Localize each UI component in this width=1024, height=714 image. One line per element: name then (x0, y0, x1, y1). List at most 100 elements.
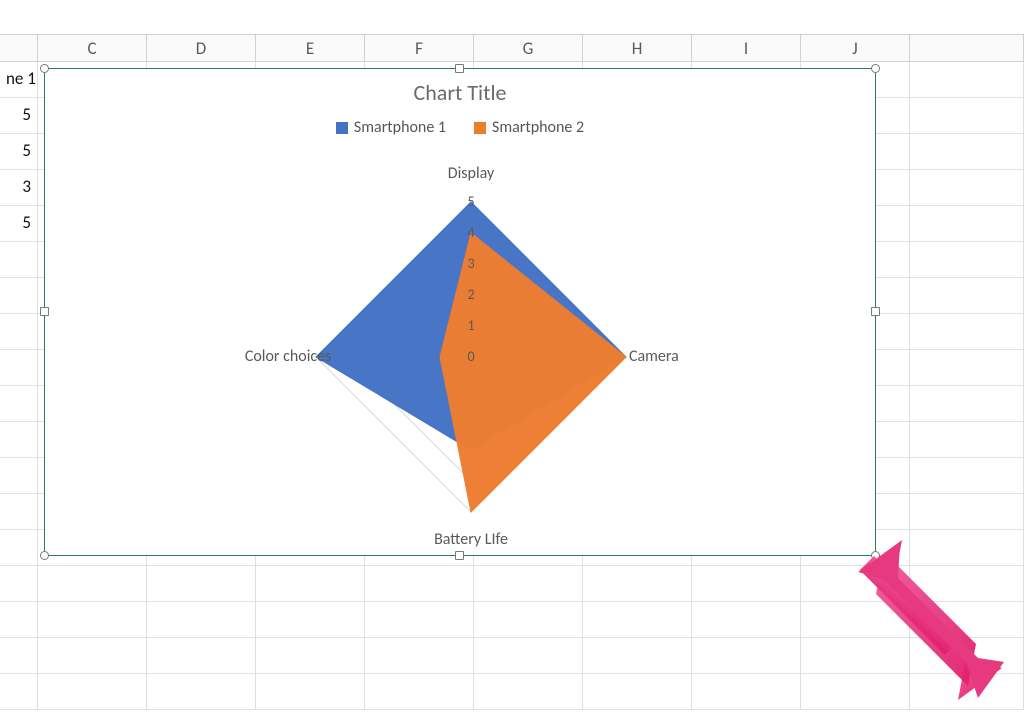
cell[interactable] (256, 566, 365, 602)
cell[interactable] (365, 638, 474, 674)
cell[interactable] (910, 386, 1024, 422)
cell[interactable] (692, 602, 801, 638)
column-header-F[interactable]: F (365, 35, 474, 63)
cell[interactable] (38, 674, 147, 710)
cell[interactable] (910, 494, 1024, 530)
cell[interactable] (38, 638, 147, 674)
table-row (0, 566, 1024, 602)
chart-legend[interactable]: Smartphone 1 Smartphone 2 (45, 118, 875, 137)
cell[interactable] (0, 350, 38, 386)
cell[interactable] (692, 638, 801, 674)
cell[interactable] (474, 638, 583, 674)
legend-label-2: Smartphone 2 (492, 118, 584, 137)
table-row (0, 674, 1024, 710)
cell[interactable] (910, 422, 1024, 458)
radar-tick-label: 0 (461, 348, 481, 365)
cell[interactable] (0, 638, 38, 674)
table-row (0, 638, 1024, 674)
resize-handle-top-left[interactable] (40, 64, 49, 73)
cell[interactable] (583, 602, 692, 638)
cell[interactable] (365, 566, 474, 602)
cell[interactable] (910, 206, 1024, 242)
cell[interactable] (474, 674, 583, 710)
cell[interactable] (0, 314, 38, 350)
cell[interactable] (256, 638, 365, 674)
cell[interactable] (256, 674, 365, 710)
chart-title[interactable]: Chart Title (45, 79, 875, 106)
cell[interactable] (147, 674, 256, 710)
cell[interactable] (910, 314, 1024, 350)
cell[interactable] (583, 638, 692, 674)
radar-axis-label: Battery LIfe (401, 530, 541, 549)
cell[interactable] (365, 602, 474, 638)
column-header-J[interactable]: J (801, 35, 910, 63)
cell[interactable] (910, 602, 1024, 638)
cell[interactable] (0, 422, 38, 458)
cell[interactable] (0, 458, 38, 494)
cell[interactable]: 5 (0, 98, 38, 134)
cell[interactable] (801, 638, 910, 674)
cell[interactable] (147, 638, 256, 674)
column-header-row: CDEFGHIJ (0, 34, 1024, 62)
column-header-G[interactable]: G (474, 35, 583, 63)
cell[interactable] (801, 674, 910, 710)
cell[interactable] (147, 566, 256, 602)
radar-tick-label: 3 (461, 255, 481, 272)
cell[interactable] (692, 566, 801, 602)
column-header-blank[interactable] (0, 35, 38, 63)
cell[interactable]: 5 (0, 206, 38, 242)
cell[interactable] (910, 566, 1024, 602)
column-header-E[interactable]: E (256, 35, 365, 63)
chart-object[interactable]: Chart Title Smartphone 1 Smartphone 2 Di… (44, 68, 876, 556)
legend-item-2[interactable]: Smartphone 2 (474, 118, 584, 137)
column-header-C[interactable]: C (38, 35, 147, 63)
cell[interactable] (692, 674, 801, 710)
cell[interactable] (365, 674, 474, 710)
cell[interactable] (583, 566, 692, 602)
radar-plot-area[interactable]: DisplayCameraBattery LIfeColor choices01… (45, 137, 875, 555)
cell[interactable] (910, 458, 1024, 494)
cell[interactable] (0, 278, 38, 314)
cell[interactable] (0, 530, 38, 566)
cell[interactable] (0, 602, 38, 638)
cell[interactable] (910, 62, 1024, 98)
legend-swatch-2 (474, 122, 486, 134)
cell[interactable] (910, 134, 1024, 170)
legend-item-1[interactable]: Smartphone 1 (336, 118, 446, 137)
column-header-H[interactable]: H (583, 35, 692, 63)
cell[interactable] (0, 566, 38, 602)
resize-handle-top-center[interactable] (455, 64, 464, 73)
radar-axis-label: Color choices (218, 347, 358, 366)
cell[interactable] (910, 98, 1024, 134)
resize-handle-top-right[interactable] (871, 64, 880, 73)
cell[interactable] (38, 566, 147, 602)
cell[interactable] (583, 674, 692, 710)
column-header-blank[interactable] (910, 35, 1024, 63)
cell[interactable] (910, 674, 1024, 710)
cell[interactable] (38, 602, 147, 638)
radar-tick-label: 2 (461, 286, 481, 303)
cell[interactable] (256, 602, 365, 638)
cell[interactable]: 3 (0, 170, 38, 206)
cell[interactable] (910, 530, 1024, 566)
cell[interactable] (0, 386, 38, 422)
cell[interactable] (0, 494, 38, 530)
cell[interactable] (0, 674, 38, 710)
column-header-I[interactable]: I (692, 35, 801, 63)
cell[interactable] (147, 602, 256, 638)
cell[interactable] (801, 566, 910, 602)
radar-tick-label: 5 (461, 193, 481, 210)
cell[interactable]: 5 (0, 134, 38, 170)
cell[interactable] (910, 638, 1024, 674)
cell[interactable] (0, 242, 38, 278)
cell[interactable] (474, 566, 583, 602)
cell[interactable] (910, 278, 1024, 314)
radar-tick-label: 4 (461, 224, 481, 241)
cell[interactable] (910, 350, 1024, 386)
cell[interactable] (474, 602, 583, 638)
cell[interactable] (801, 602, 910, 638)
cell[interactable] (910, 170, 1024, 206)
column-header-D[interactable]: D (147, 35, 256, 63)
cell[interactable] (910, 242, 1024, 278)
cell[interactable]: ne 1 (0, 62, 38, 98)
